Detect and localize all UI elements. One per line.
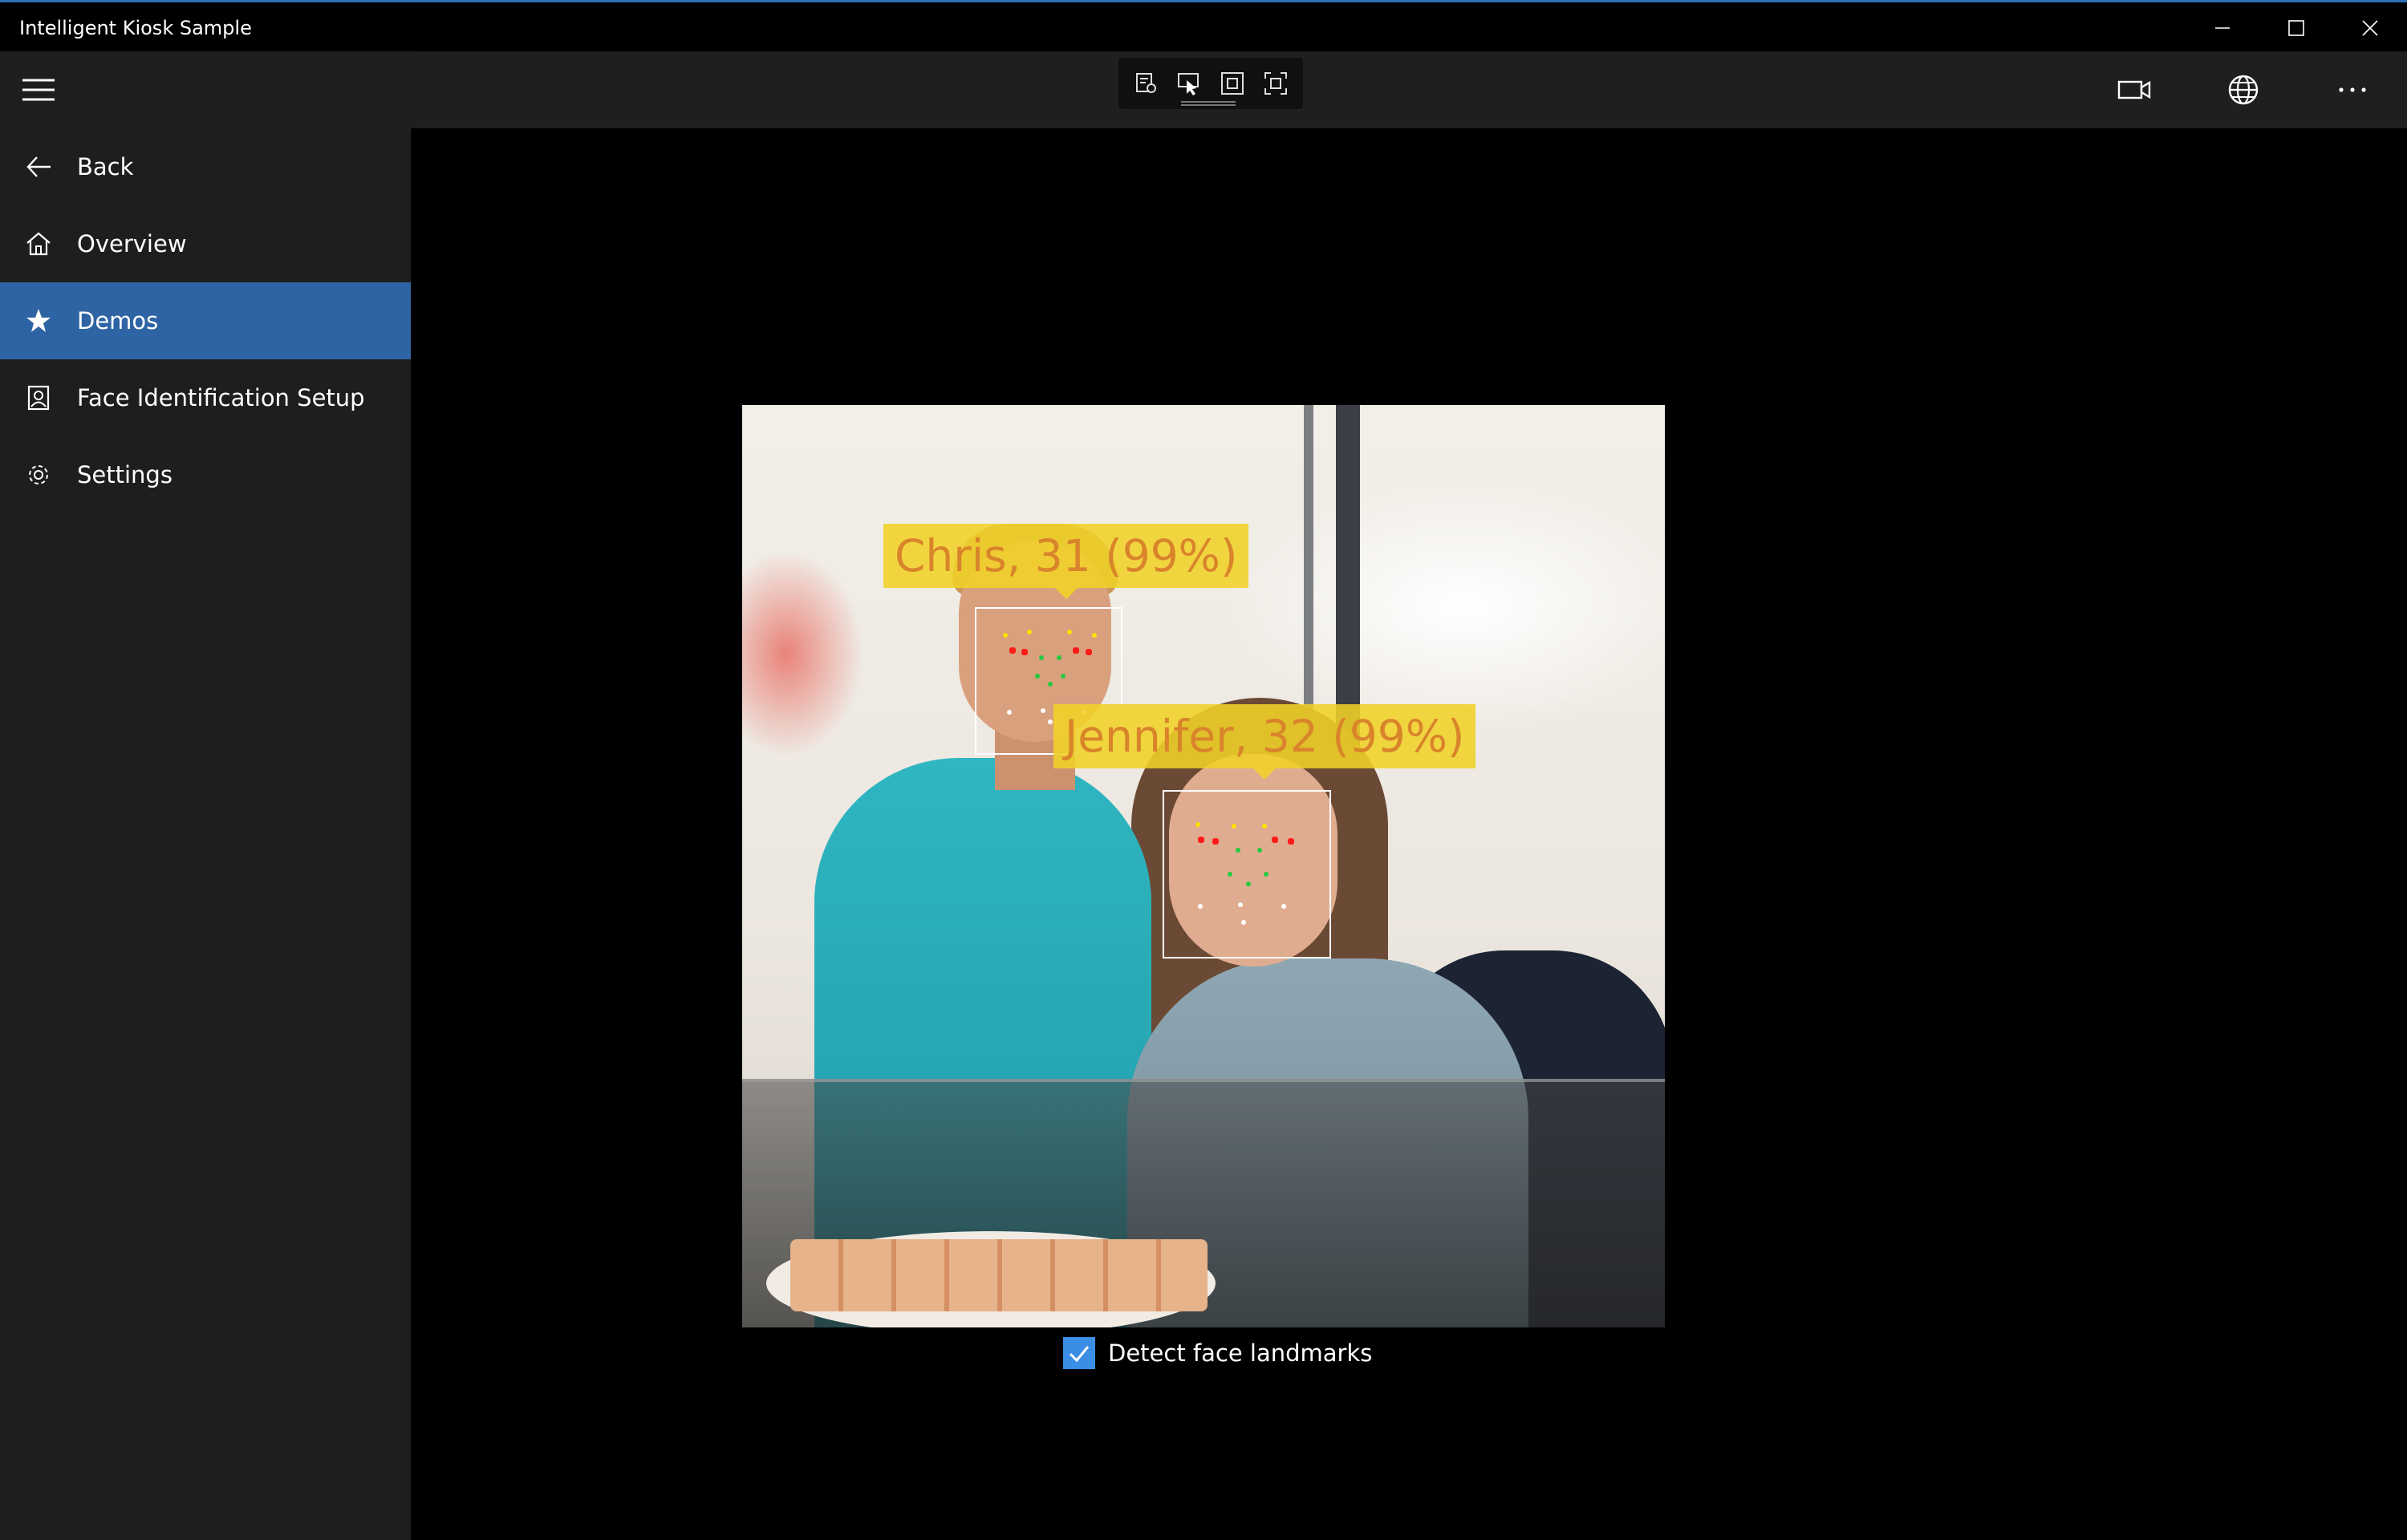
landmark-point — [1232, 824, 1236, 829]
analyzed-photo: Chris, 31 (99%) Jennifer, 32 (99%) — [742, 405, 1665, 1327]
gear-icon — [0, 436, 77, 513]
command-bar — [411, 51, 2407, 128]
nav-list: Back Overview Demos Face Identification … — [0, 128, 411, 513]
nav-label-demos: Demos — [77, 307, 159, 334]
landmark-point — [1035, 674, 1040, 679]
hamburger-menu-button[interactable] — [0, 51, 77, 128]
landmark-point — [1041, 708, 1045, 713]
camera-icon — [2117, 80, 2151, 99]
landmark-point — [1288, 838, 1294, 845]
toolbar-grab-handle[interactable] — [1181, 101, 1236, 106]
detect-landmarks-toggle[interactable]: Detect face landmarks — [1063, 1337, 1372, 1369]
face-label-chris: Chris, 31 (99%) — [883, 524, 1249, 599]
landmark-point — [1061, 674, 1065, 679]
language-button[interactable] — [2189, 51, 2298, 128]
hamburger-menu-icon — [22, 79, 55, 101]
checkmark-icon — [1069, 1346, 1090, 1363]
landmark-point — [1048, 682, 1053, 687]
landmark-point — [1195, 822, 1200, 827]
landmark-point — [1039, 655, 1044, 660]
edit-image-button[interactable] — [1130, 67, 1162, 99]
title-bar: Intelligent Kiosk Sample — [0, 0, 2407, 51]
landmark-point — [1241, 920, 1246, 925]
more-button[interactable] — [2298, 51, 2407, 128]
rectangle-select-button[interactable] — [1216, 67, 1248, 99]
more-icon — [2339, 87, 2366, 92]
command-bar-actions — [2080, 51, 2407, 128]
window-title: Intelligent Kiosk Sample — [19, 17, 252, 39]
face-bounding-box — [1163, 790, 1331, 958]
landmark-point — [1048, 719, 1053, 724]
landmark-point — [1212, 838, 1219, 845]
landmark-point — [1262, 824, 1267, 829]
landmark-point — [1236, 848, 1240, 853]
nav-label-face-identification-setup: Face Identification Setup — [77, 384, 365, 411]
edit-image-icon — [1136, 73, 1156, 93]
select-pointer-button[interactable] — [1173, 67, 1205, 99]
select-pointer-icon — [1178, 73, 1199, 95]
landmark-point — [1092, 633, 1097, 638]
nav-label-overview: Overview — [77, 230, 187, 257]
camera-button[interactable] — [2080, 51, 2189, 128]
back-arrow-icon — [0, 128, 77, 205]
rectangle-select-icon — [1221, 72, 1244, 95]
free-select-button[interactable] — [1260, 67, 1292, 99]
landmark-point — [1003, 633, 1008, 638]
minimize-button[interactable] — [2186, 2, 2259, 54]
nav-item-overview[interactable]: Overview — [0, 205, 411, 282]
detect-landmarks-checkbox[interactable] — [1063, 1337, 1095, 1369]
landmark-point — [1272, 837, 1278, 843]
window-controls — [2186, 2, 2407, 54]
landmark-point — [1086, 649, 1092, 655]
face-label-jennifer: Jennifer, 32 (99%) — [1053, 704, 1476, 780]
landmark-point — [1238, 902, 1243, 907]
maximize-icon — [2288, 20, 2304, 36]
landmark-point — [1057, 655, 1061, 660]
landmark-point — [1009, 647, 1016, 654]
photo-pastries — [790, 1239, 1208, 1311]
minimize-icon — [2215, 27, 2230, 29]
landmark-point — [1198, 837, 1204, 843]
landmark-point — [1281, 904, 1286, 909]
detect-landmarks-label: Detect face landmarks — [1108, 1339, 1373, 1367]
contact-frame-icon — [0, 359, 77, 436]
landmark-point — [1246, 881, 1251, 886]
landmark-point — [1228, 872, 1232, 877]
maximize-button[interactable] — [2259, 2, 2333, 54]
landmark-point — [1257, 848, 1262, 853]
home-icon — [0, 205, 77, 282]
star-icon — [0, 282, 77, 359]
nav-item-demos[interactable]: Demos — [0, 282, 411, 359]
close-icon — [2362, 20, 2378, 36]
nav-item-back[interactable]: Back — [0, 128, 411, 205]
landmark-point — [1007, 710, 1012, 715]
landmark-point — [1067, 630, 1072, 634]
nav-item-face-identification-setup[interactable]: Face Identification Setup — [0, 359, 411, 436]
nav-label-settings: Settings — [77, 461, 173, 488]
navigation-pane: Back Overview Demos Face Identification … — [0, 51, 411, 1540]
landmark-point — [1264, 872, 1268, 877]
free-select-icon — [1264, 72, 1287, 95]
nav-label-back: Back — [77, 153, 134, 180]
landmark-point — [1073, 647, 1079, 654]
globe-icon — [2228, 75, 2259, 105]
landmark-point — [1027, 630, 1032, 634]
nav-item-settings[interactable]: Settings — [0, 436, 411, 513]
close-button[interactable] — [2333, 2, 2407, 54]
landmark-point — [1198, 904, 1203, 909]
landmark-point — [1021, 649, 1028, 655]
